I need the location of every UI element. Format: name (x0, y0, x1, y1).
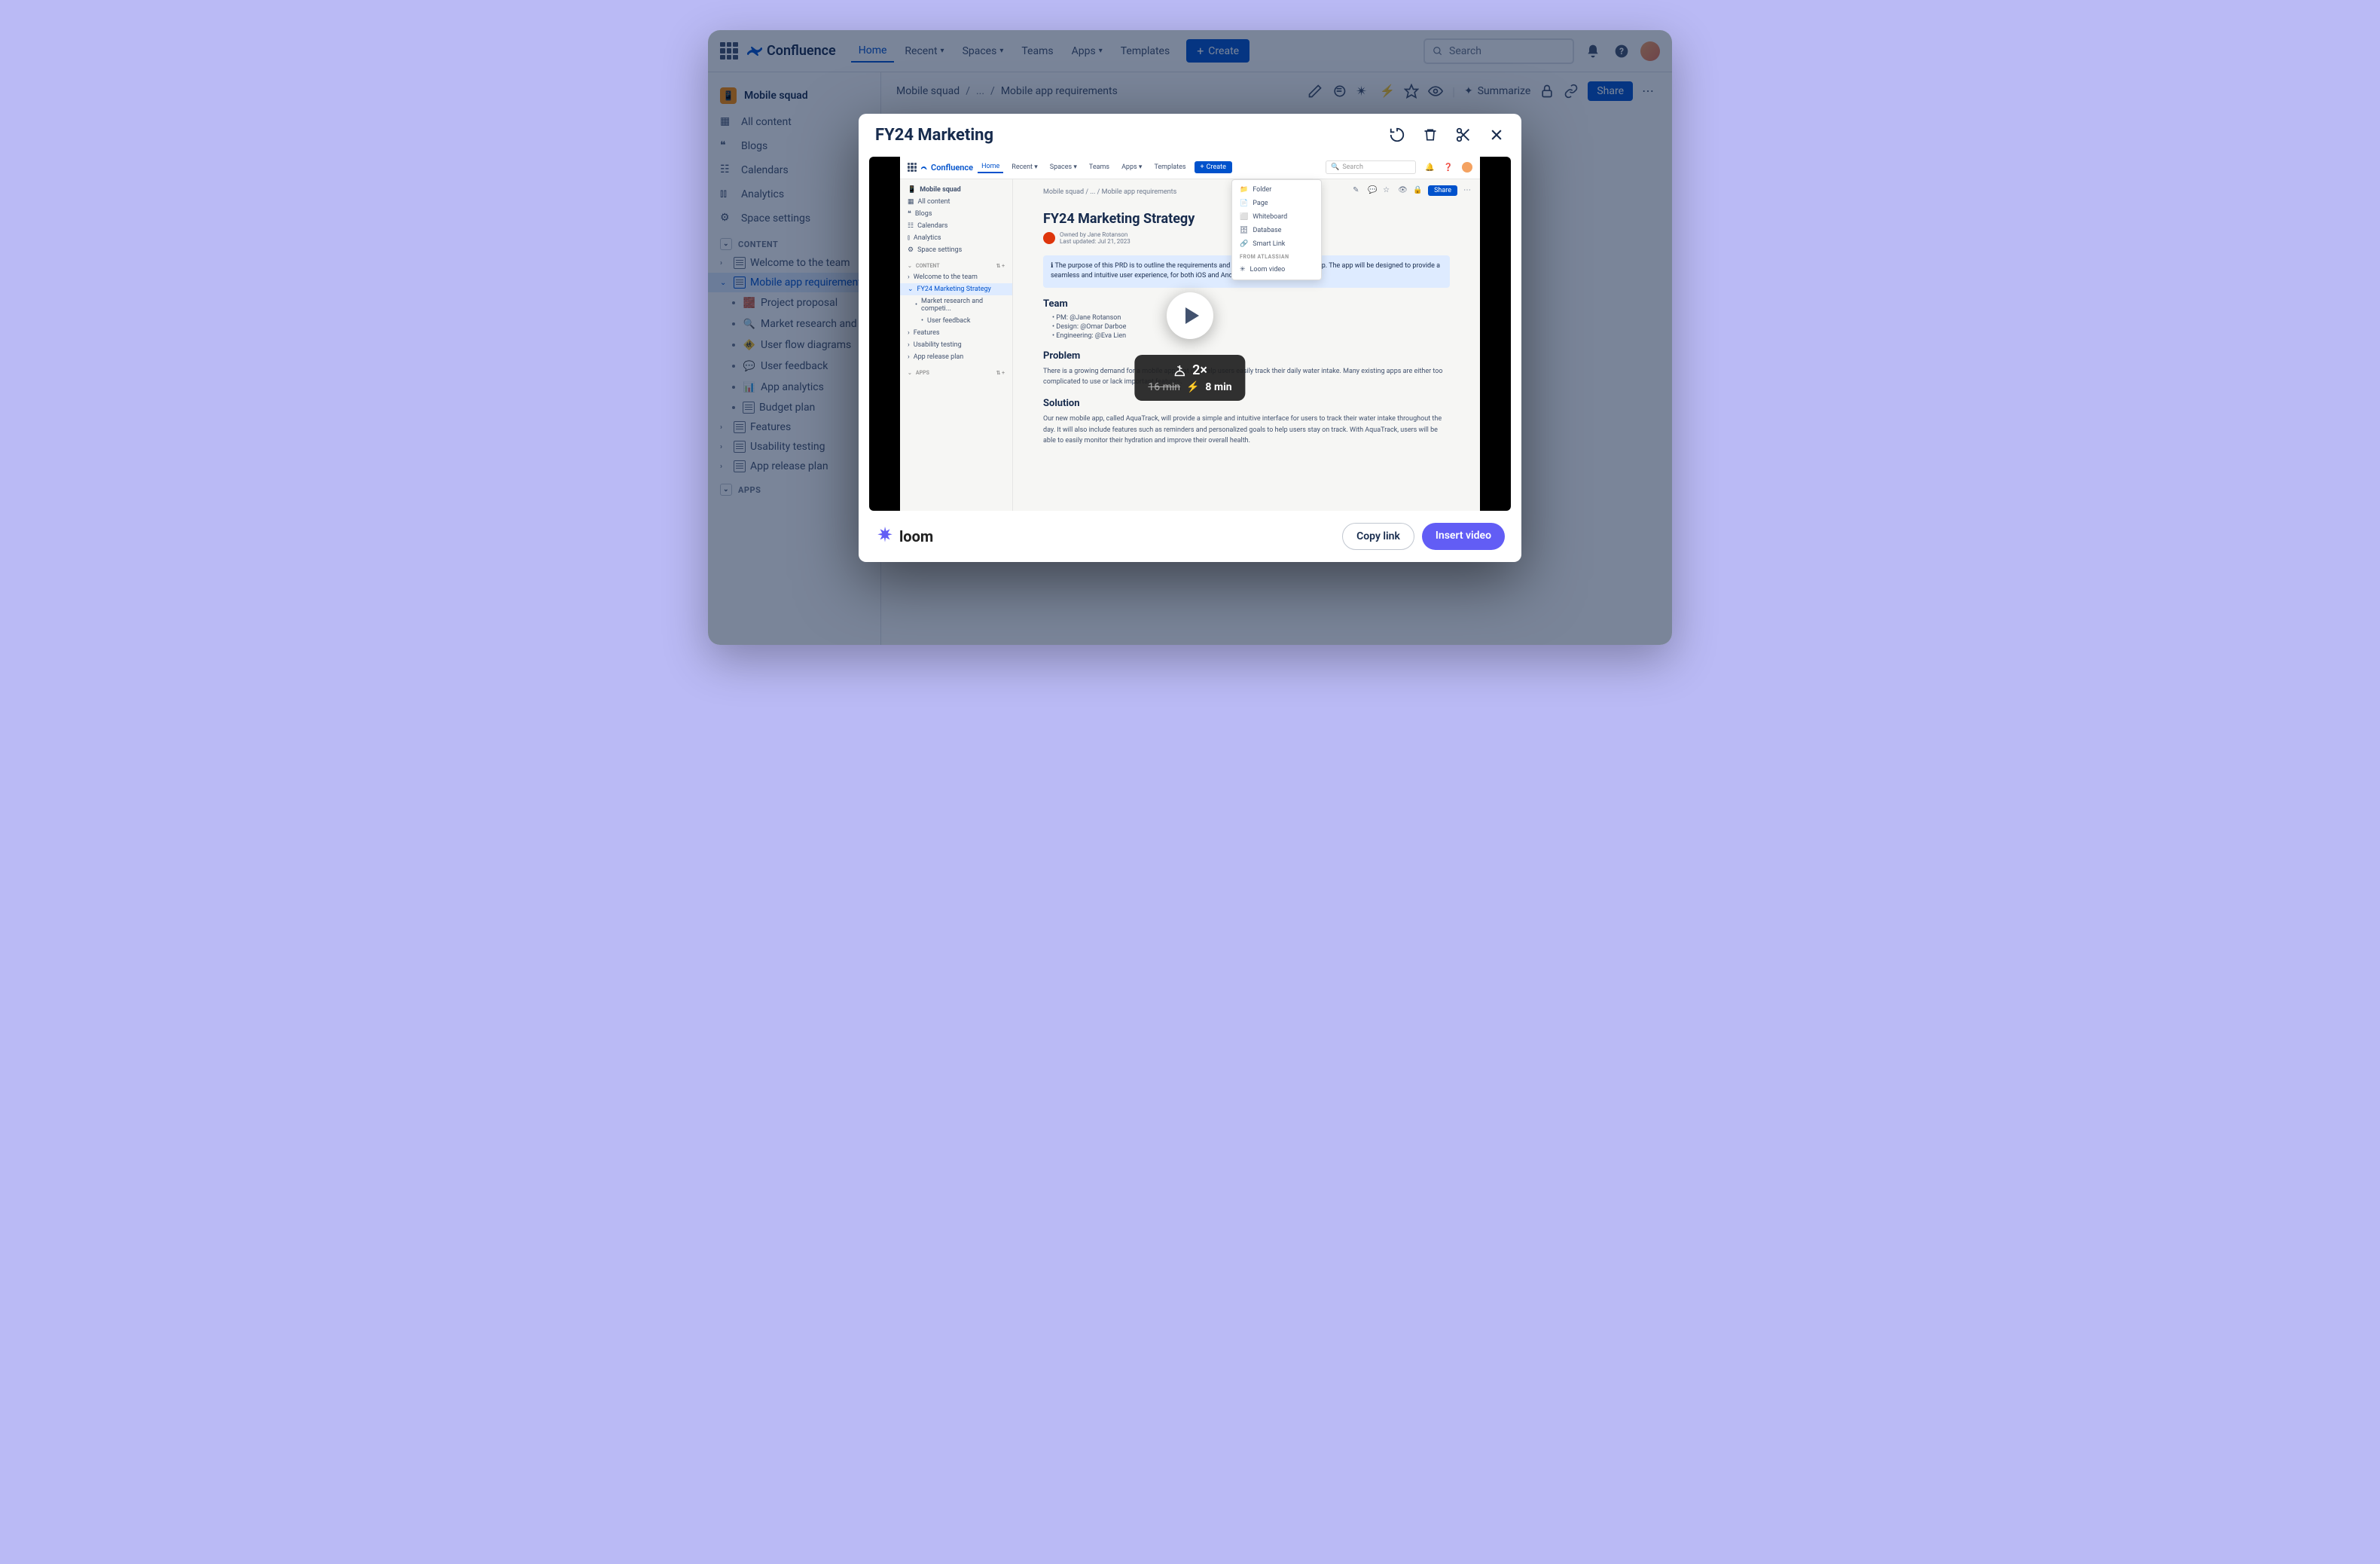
modal-title: FY24 Marketing (875, 126, 993, 145)
create-dropdown: 📁 Folder 📄 Page ⬜ Whiteboard 🗄 Database … (1231, 179, 1322, 280)
insert-video-button[interactable]: Insert video (1422, 523, 1505, 550)
video-preview: Confluence Home Recent ▾ Spaces ▾ Teams … (869, 157, 1511, 511)
loom-modal: FY24 Marketing Confluence Home Recent ▾ (859, 114, 1521, 562)
scissors-icon[interactable] (1455, 127, 1472, 143)
loom-logo: loom (875, 527, 933, 546)
speed-indicator: 2× 16 min⚡8 min (1134, 355, 1245, 401)
undo-icon[interactable] (1389, 127, 1405, 143)
play-button[interactable] (1167, 292, 1213, 339)
trash-icon[interactable] (1422, 127, 1439, 143)
close-icon[interactable] (1488, 127, 1505, 143)
copy-link-button[interactable]: Copy link (1342, 523, 1414, 550)
